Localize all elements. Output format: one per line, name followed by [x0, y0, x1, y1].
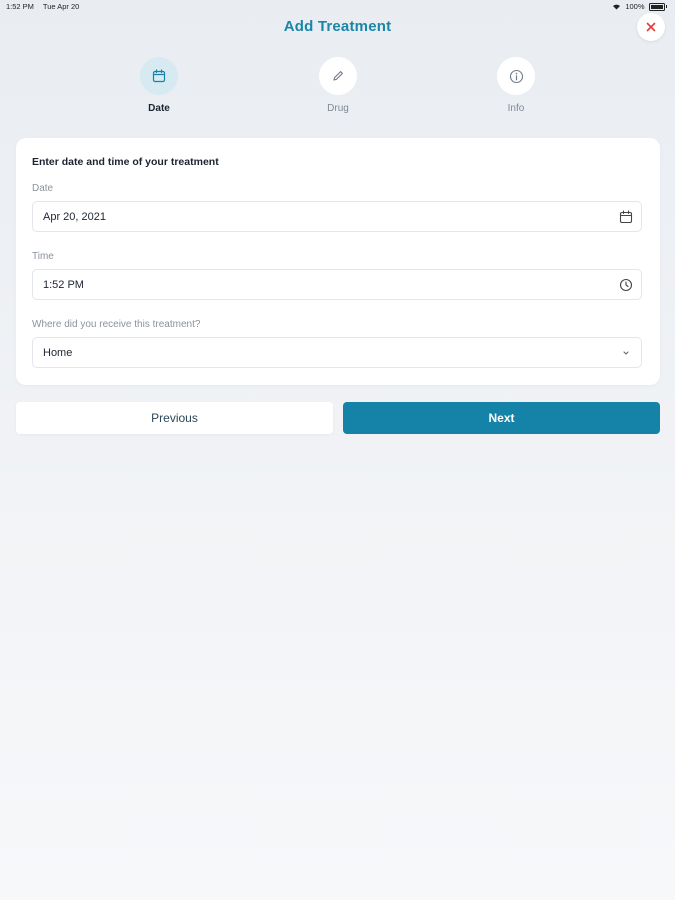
date-value: Apr 20, 2021 [43, 211, 106, 223]
status-time: 1:52 PM [6, 2, 34, 11]
clock-icon[interactable] [619, 278, 633, 292]
close-icon [646, 22, 656, 32]
location-select[interactable]: Home [32, 337, 642, 368]
next-button[interactable]: Next [343, 402, 660, 434]
status-date: Tue Apr 20 [42, 2, 80, 11]
step-drug[interactable]: Drug [298, 57, 378, 114]
step-date[interactable]: Date [119, 57, 199, 114]
page-title: Add Treatment [283, 18, 392, 35]
location-value: Home [43, 347, 73, 359]
chevron-down-icon[interactable] [619, 346, 633, 360]
step-date-label: Date [148, 103, 170, 114]
status-left: 1:52 PM Tue Apr 20 [6, 2, 86, 11]
battery-tip [665, 5, 667, 8]
step-info[interactable]: Info [476, 57, 556, 114]
step-drug-label: Drug [327, 103, 349, 114]
battery-percent: 100% [625, 2, 645, 11]
status-bar: 1:52 PM Tue Apr 20 100% [0, 0, 675, 14]
status-right: 100% [612, 2, 667, 11]
close-button[interactable] [637, 13, 665, 41]
wifi-icon [613, 4, 621, 10]
calendar-icon [152, 69, 166, 83]
date-field[interactable]: Apr 20, 2021 [32, 201, 642, 232]
location-label: Where did you receive this treatment? [32, 319, 201, 330]
time-value: 1:52 PM [43, 279, 84, 291]
time-label: Time [32, 251, 54, 262]
step-drug-circle [319, 57, 357, 95]
calendar-icon[interactable] [619, 210, 633, 224]
info-icon [509, 69, 523, 83]
previous-button[interactable]: Previous [16, 402, 333, 434]
time-field[interactable]: 1:52 PM [32, 269, 642, 300]
form-heading: Enter date and time of your treatment [32, 156, 219, 168]
pencil-icon [333, 71, 343, 81]
date-label: Date [32, 183, 54, 194]
step-info-circle [497, 57, 535, 95]
treatment-form-card: Enter date and time of your treatment Da… [16, 138, 660, 385]
step-info-label: Info [507, 103, 525, 114]
step-date-circle [140, 57, 178, 95]
battery-icon [648, 2, 665, 11]
